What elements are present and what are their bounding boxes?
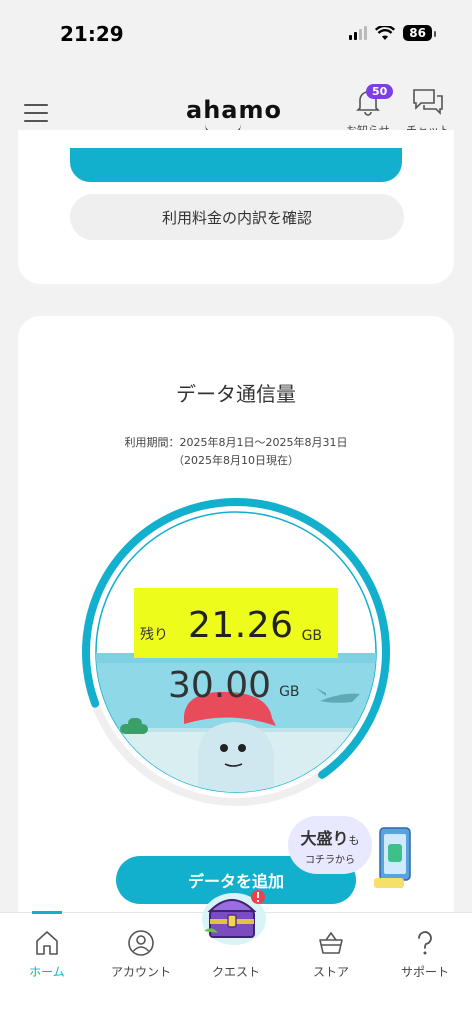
home-icon — [36, 931, 58, 955]
nav-account-label: アカウント — [110, 965, 171, 979]
question-icon — [418, 931, 432, 955]
total-unit: GB — [279, 684, 300, 700]
account-icon — [128, 930, 154, 956]
billing-card: 利用料金の内訳を確認 — [18, 130, 454, 284]
nav-support[interactable]: サポート — [385, 929, 465, 980]
battery-indicator: 86 — [403, 25, 436, 41]
omori-promo-bubble[interactable]: 大盛りも コチラから — [288, 816, 372, 874]
omori-main-text: 大盛り — [300, 828, 349, 848]
nav-active-indicator — [32, 911, 62, 914]
status-bar: 21:29 86 — [0, 0, 472, 66]
nav-store[interactable]: ストア — [291, 929, 371, 980]
smartphone-illustration-icon — [374, 827, 411, 888]
nav-home-label: ホーム — [29, 965, 65, 979]
omori-promo-sub: コチラから — [305, 854, 355, 866]
total-data: 30.00 GB — [168, 668, 300, 704]
omori-mo-text: も — [348, 833, 360, 847]
usage-period: 利用期間：2025年8月1日〜2025年8月31日 （2025年8月10日現在） — [18, 434, 454, 470]
basket-icon — [319, 931, 343, 954]
nav-account[interactable]: アカウント — [101, 929, 181, 980]
omori-promo-main: 大盛りも — [300, 825, 359, 849]
cellular-signal-icon — [349, 26, 368, 40]
wifi-icon — [375, 25, 396, 40]
notification-count-badge: 50 — [366, 84, 394, 99]
status-icons: 86 — [349, 25, 436, 41]
ahamo-logo: ahamo — [186, 96, 282, 124]
treasure-chest-icon — [202, 890, 266, 945]
status-time: 21:29 — [60, 22, 124, 46]
usage-as-of: （2025年8月10日現在） — [173, 454, 299, 467]
remaining-unit: GB — [301, 628, 323, 644]
remaining-value: 21.26 — [188, 605, 294, 646]
total-value: 30.00 — [168, 665, 272, 706]
usage-period-range: 利用期間：2025年8月1日〜2025年8月31日 — [124, 436, 348, 449]
nav-home[interactable]: ホーム — [7, 929, 87, 980]
data-usage-title: データ通信量 — [176, 382, 296, 406]
bottom-navigation: ホーム アカウント クエスト ストア サポート — [0, 890, 472, 1024]
chat-bubbles-icon — [413, 89, 443, 115]
remaining-data-box: 残り 21.26 GB — [134, 588, 338, 658]
nav-quest-label: クエスト — [211, 965, 260, 979]
data-usage-card: データ通信量 利用期間：2025年8月1日〜2025年8月31日 （2025年8… — [18, 316, 454, 956]
nav-store-label: ストア — [312, 965, 349, 979]
menu-icon[interactable] — [24, 104, 48, 122]
billing-breakdown-button[interactable]: 利用料金の内訳を確認 — [70, 194, 404, 240]
nav-support-label: サポート — [400, 965, 449, 979]
remaining-label: 残り — [140, 627, 168, 643]
partially-hidden-button[interactable] — [70, 148, 402, 182]
